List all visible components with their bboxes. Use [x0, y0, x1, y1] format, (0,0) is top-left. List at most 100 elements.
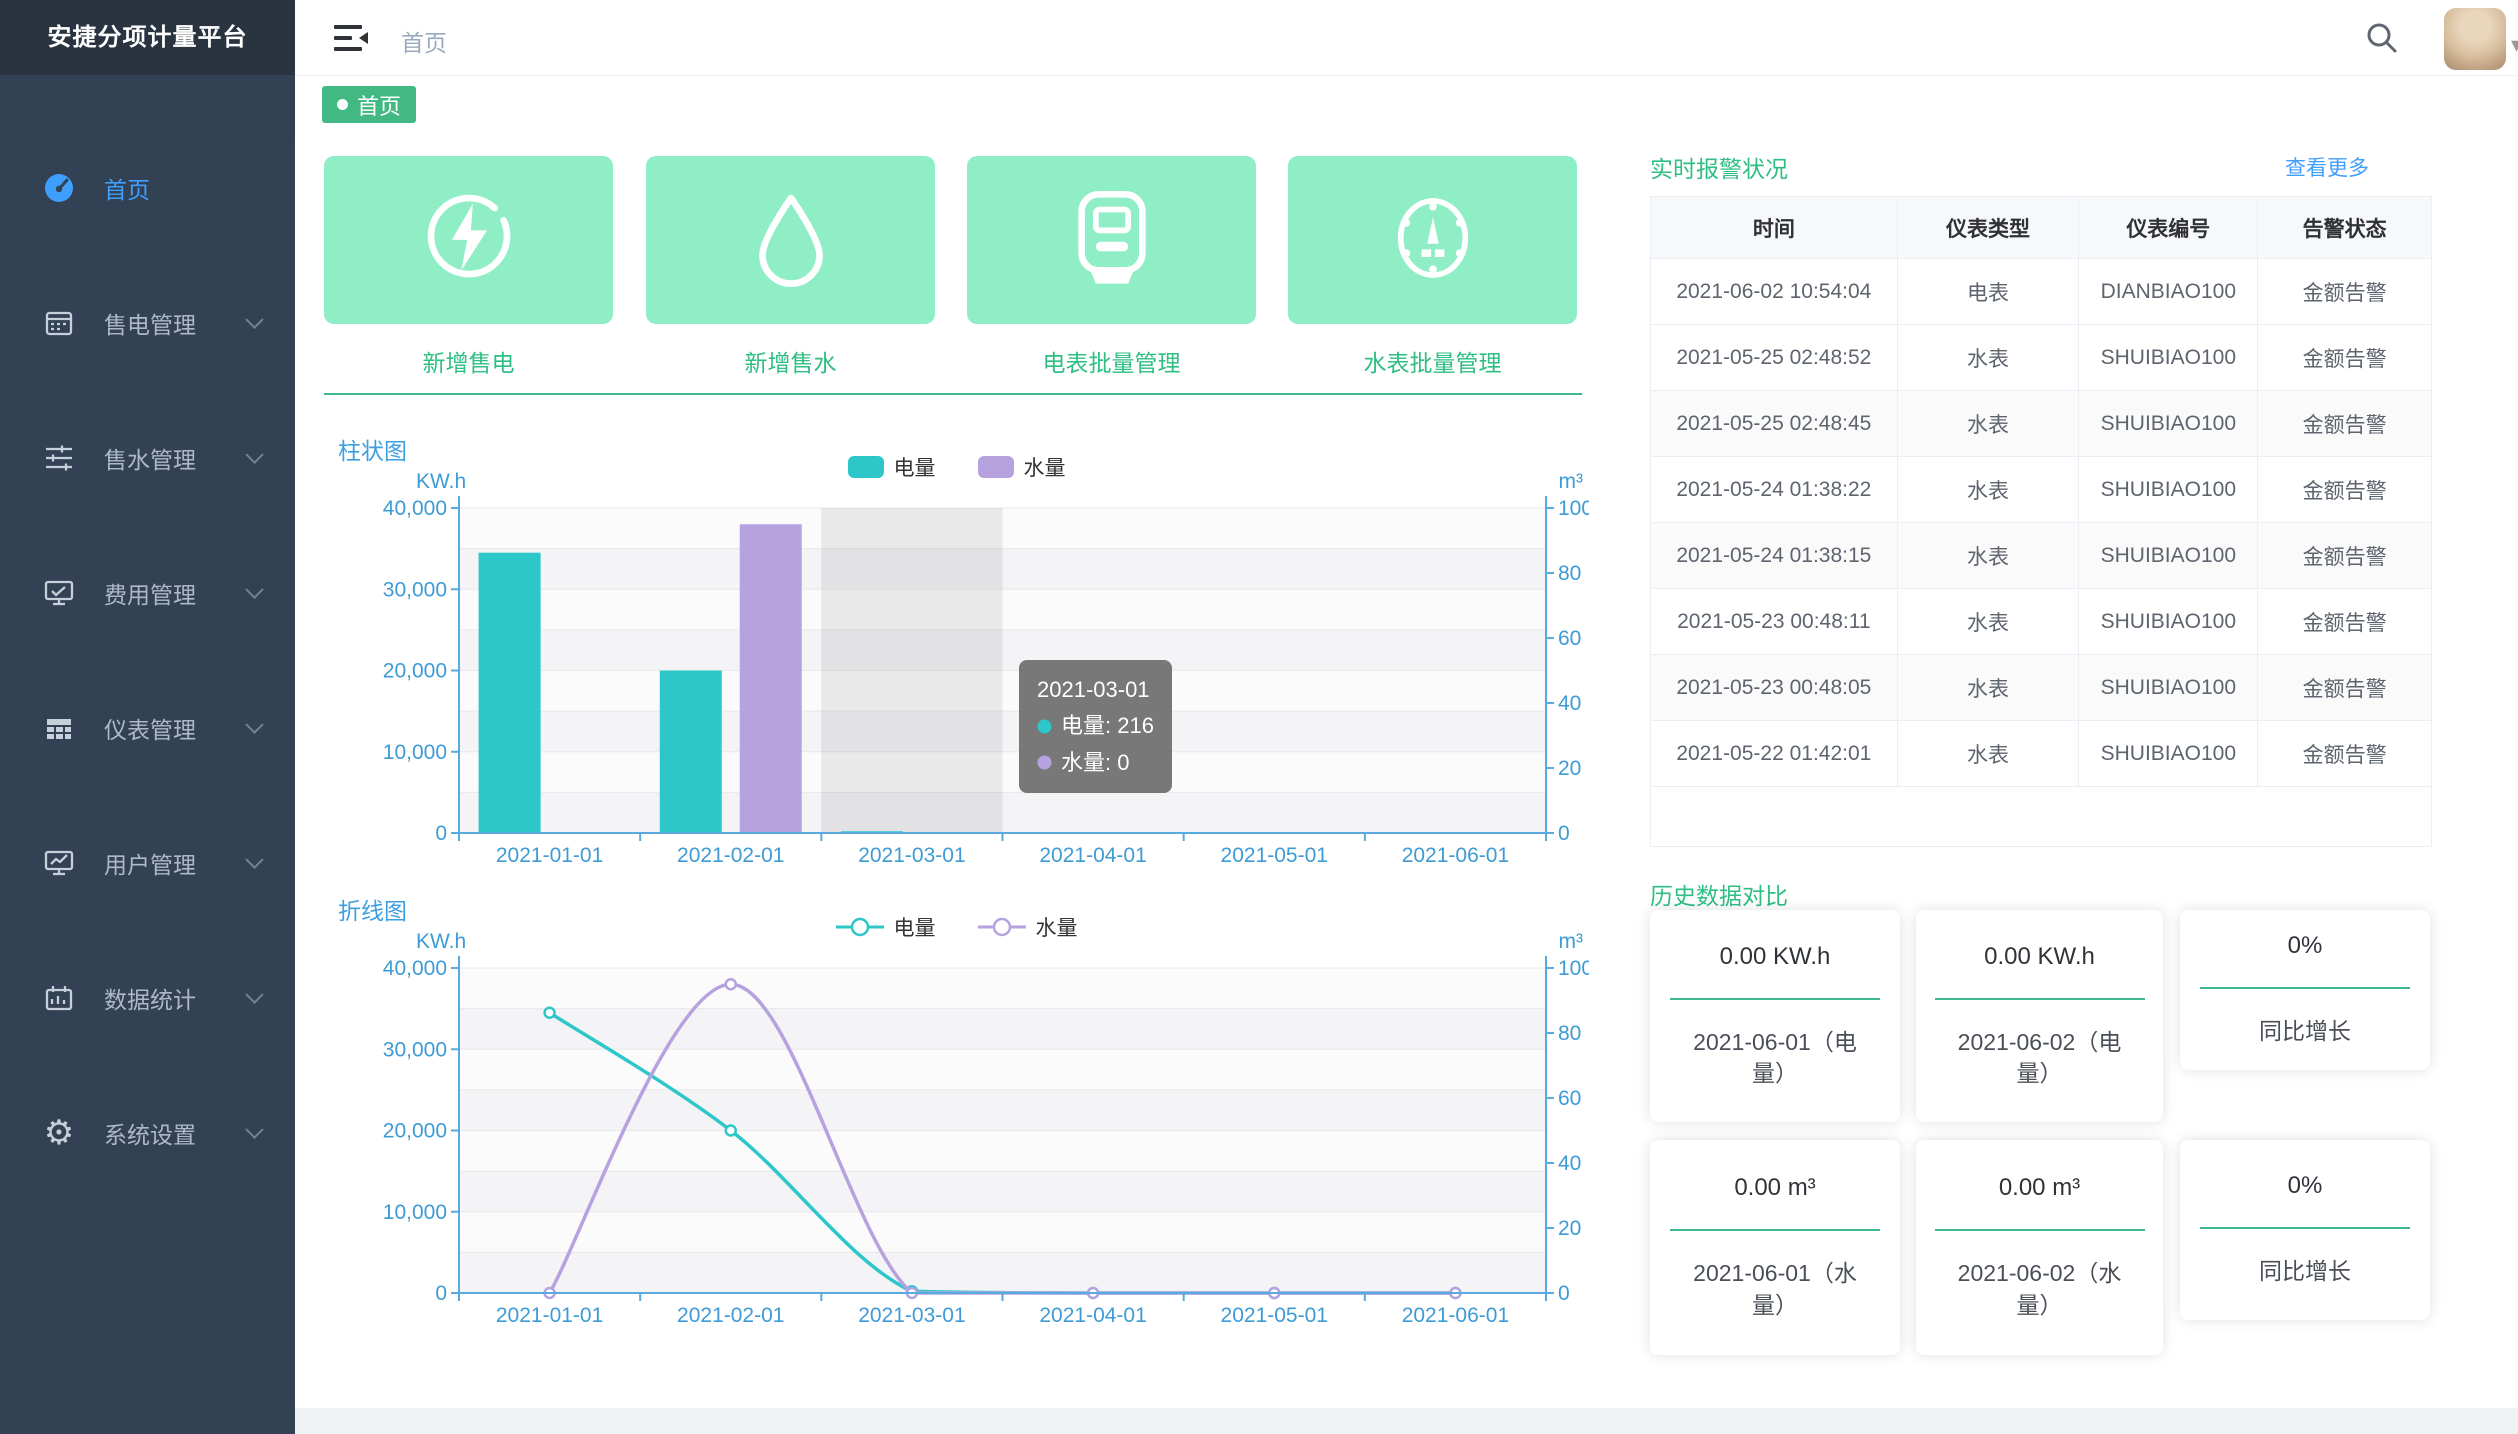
svg-text:80: 80 [1558, 562, 1581, 585]
card-divider [1670, 1229, 1880, 1231]
chevron-down-icon [245, 445, 263, 463]
sidebar-item-users[interactable]: 用户管理 [0, 795, 295, 930]
card-divider [1935, 998, 2145, 1000]
chevron-down-icon [245, 1120, 263, 1138]
svg-text:2021-01-01: 2021-01-01 [496, 1304, 603, 1327]
sidebar-item-settings[interactable]: ⚙ 系统设置 [0, 1065, 295, 1200]
monitor-user-icon [40, 844, 78, 882]
calendar-stats-icon [40, 979, 78, 1017]
card-divider [2200, 1227, 2410, 1229]
svg-text:10,000: 10,000 [383, 741, 447, 764]
electric-meter-batch-card[interactable] [967, 156, 1256, 324]
svg-text:20,000: 20,000 [383, 660, 447, 683]
svg-text:60: 60 [1558, 627, 1581, 650]
history-card: 0.00 KW.h 2021-06-02（电量） [1916, 910, 2163, 1122]
legend-item-electricity[interactable]: 电量 [836, 912, 936, 942]
add-electricity-card[interactable] [324, 156, 613, 324]
table-empty-row [1651, 787, 2432, 847]
history-card: 0.00 KW.h 2021-06-01（电量） [1650, 910, 1900, 1122]
table-row[interactable]: 2021-05-25 02:48:45水表SHUIBIAO100金额告警 [1651, 391, 2432, 457]
sidebar-item-meters[interactable]: 仪表管理 [0, 660, 295, 795]
lightning-circle-icon [409, 181, 529, 300]
svg-text:20,000: 20,000 [383, 1120, 447, 1143]
card-divider [2200, 987, 2410, 989]
active-dot-icon [337, 99, 348, 110]
svg-text:40: 40 [1558, 1152, 1581, 1175]
dashboard-icon [40, 169, 78, 207]
chevron-down-icon [245, 985, 263, 1003]
line-chart-legend: 电量 水量 [324, 912, 1589, 942]
svg-text:40: 40 [1558, 692, 1581, 715]
monitor-check-icon [40, 574, 78, 612]
line-chart-panel: 折线图 电量 水量 KW.h m³ 010,00020,00030,00040,… [324, 892, 1589, 1372]
avatar[interactable]: ▾ [2444, 8, 2506, 70]
history-card: 0.00 m³ 2021-06-01（水量） [1650, 1140, 1900, 1355]
search-icon[interactable] [2364, 20, 2400, 61]
sidebar-item-label: 首页 [104, 171, 150, 205]
table-row[interactable]: 2021-05-23 00:48:05水表SHUIBIAO100金额告警 [1651, 655, 2432, 721]
table-row[interactable]: 2021-05-24 01:38:15水表SHUIBIAO100金额告警 [1651, 523, 2432, 589]
view-more-link[interactable]: 查看更多 [2285, 152, 2369, 182]
water-meter-batch-card[interactable] [1288, 156, 1577, 324]
right-axis-name: m³ [1559, 470, 1584, 494]
legend-item-water[interactable]: 水量 [978, 452, 1066, 482]
chevron-down-icon [245, 715, 263, 733]
table-row[interactable]: 2021-06-02 10:54:04电表DIANBIAO100金额告警 [1651, 259, 2432, 325]
table-row[interactable]: 2021-05-25 02:48:52水表SHUIBIAO100金额告警 [1651, 325, 2432, 391]
chevron-down-icon [245, 580, 263, 598]
tooltip-title: 2021-03-01 [1037, 672, 1154, 708]
line-chart[interactable]: 010,00020,00030,00040,000020406080100202… [324, 952, 1589, 1352]
table-row[interactable]: 2021-05-22 01:42:01水表SHUIBIAO100金额告警 [1651, 721, 2432, 787]
svg-text:2021-06-01: 2021-06-01 [1402, 1304, 1509, 1327]
bar-chart-panel: 柱状图 电量 水量 KW.h m³ 010,00020,00030,00040,… [324, 432, 1589, 902]
right-axis-name: m³ [1559, 930, 1584, 954]
svg-text:0: 0 [435, 1282, 447, 1305]
svg-text:2021-02-01: 2021-02-01 [677, 1304, 784, 1327]
sidebar-item-home[interactable]: 首页 [0, 120, 295, 255]
svg-text:40,000: 40,000 [383, 957, 447, 980]
breadcrumb[interactable]: 首页 [401, 24, 447, 58]
left-axis-name: KW.h [416, 930, 466, 954]
sidebar: 安捷分项计量平台 首页 售电管理 售水管理 费用管理 [0, 0, 295, 1434]
quick-action-label[interactable]: 新增售水 [646, 344, 935, 378]
main-content: 新增售电 新增售水 电表批量管理 水表批量管理 柱状图 电量 水量 KW.h m… [295, 132, 2518, 1408]
sidebar-item-fees[interactable]: 费用管理 [0, 525, 295, 660]
bar-chart[interactable]: 010,00020,00030,00040,000020406080100202… [324, 492, 1589, 892]
sidebar-fold-icon[interactable] [331, 22, 371, 59]
card-divider [1670, 998, 1880, 1000]
svg-text:2021-06-01: 2021-06-01 [1402, 844, 1509, 867]
svg-text:2021-01-01: 2021-01-01 [496, 844, 603, 867]
svg-text:100: 100 [1558, 957, 1589, 980]
table-row[interactable]: 2021-05-24 01:38:22水表SHUIBIAO100金额告警 [1651, 457, 2432, 523]
add-water-card[interactable] [646, 156, 935, 324]
quick-action-label[interactable]: 电表批量管理 [967, 344, 1256, 378]
tab-home[interactable]: 首页 [322, 86, 416, 123]
sidebar-menu: 首页 售电管理 售水管理 费用管理 仪 [0, 75, 295, 1200]
legend-item-electricity[interactable]: 电量 [848, 452, 936, 482]
sidebar-item-label: 用户管理 [104, 846, 196, 880]
svg-text:80: 80 [1558, 1022, 1581, 1045]
legend-line-icon [978, 916, 1026, 938]
page-bottom-strip [295, 1408, 2518, 1434]
history-card: 0% 同比增长 [2180, 910, 2430, 1070]
sidebar-item-label: 售电管理 [104, 306, 196, 340]
legend-item-water[interactable]: 水量 [978, 912, 1078, 942]
svg-text:2021-04-01: 2021-04-01 [1039, 844, 1146, 867]
card-divider [1935, 1229, 2145, 1231]
svg-text:2021-05-01: 2021-05-01 [1221, 844, 1328, 867]
svg-text:20: 20 [1558, 757, 1581, 780]
table-row[interactable]: 2021-05-23 00:48:11水表SHUIBIAO100金额告警 [1651, 589, 2432, 655]
chevron-down-icon [245, 850, 263, 868]
caret-down-icon: ▾ [2511, 32, 2518, 58]
quick-action-label[interactable]: 水表批量管理 [1288, 344, 1577, 378]
electric-meter-icon [1052, 181, 1172, 300]
sidebar-item-water-sales[interactable]: 售水管理 [0, 390, 295, 525]
sidebar-item-label: 售水管理 [104, 441, 196, 475]
svg-text:2021-03-01: 2021-03-01 [858, 844, 965, 867]
sidebar-item-electricity-sales[interactable]: 售电管理 [0, 255, 295, 390]
legend-swatch-icon [978, 456, 1014, 478]
svg-text:20: 20 [1558, 1217, 1581, 1240]
quick-action-label[interactable]: 新增售电 [324, 344, 613, 378]
sidebar-item-statistics[interactable]: 数据统计 [0, 930, 295, 1065]
svg-text:2021-03-01: 2021-03-01 [858, 1304, 965, 1327]
